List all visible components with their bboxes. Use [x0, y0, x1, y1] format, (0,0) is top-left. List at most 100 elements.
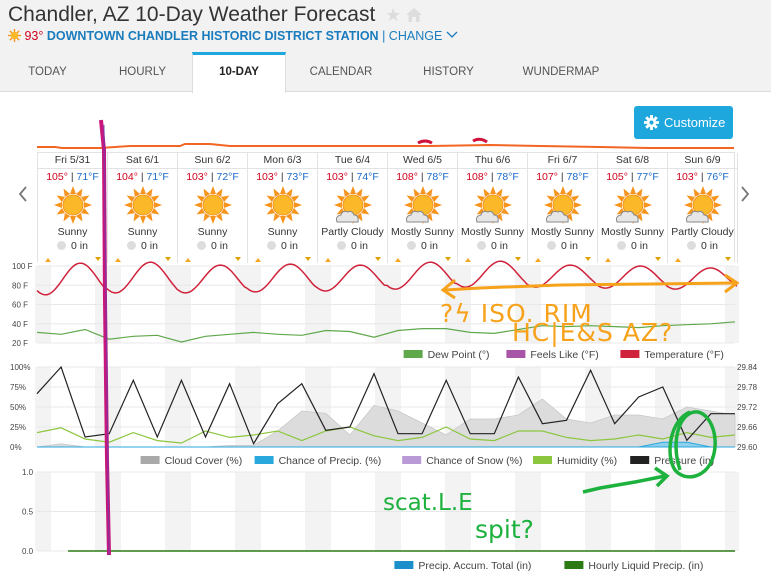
favorite-star-icon[interactable]: ★	[385, 5, 401, 25]
day-precip-amount: 0 in	[351, 240, 368, 252]
annotation-red-scribble-1	[417, 139, 433, 145]
mostly-sunny-icon	[542, 185, 584, 225]
raindrop-icon	[337, 241, 347, 250]
day-high-low: 103° | 73°F	[256, 171, 309, 183]
day-high: 105°	[606, 171, 628, 183]
raindrop-icon	[617, 241, 627, 250]
y-tick-label-left: 50%	[10, 403, 26, 412]
sun-icon	[8, 29, 21, 42]
raindrop-icon	[197, 241, 207, 250]
day-precip-amount: 0 in	[141, 240, 158, 252]
annotation-red-scribble-2	[472, 137, 488, 144]
day-high: 108°	[396, 171, 418, 183]
day-precip: 0 in	[108, 240, 177, 252]
day-precip: 0 in	[668, 240, 737, 252]
day-card[interactable]: Wed 6/5 108° | 78°F Mostly Sunny 0 in	[388, 153, 458, 263]
day-precip-amount: 0 in	[631, 240, 648, 252]
day-card[interactable]: Sat 6/1 104° | 71°F Sunny 0 in	[108, 153, 178, 263]
y-tick-label: 0.0	[22, 547, 34, 556]
day-card[interactable]: Thu 6/6 108° | 78°F Mostly Sunny 0 in	[458, 153, 528, 263]
day-high: 103°	[186, 171, 208, 183]
raindrop-icon	[687, 241, 697, 250]
day-precip: 0 in	[248, 240, 317, 252]
day-precip: 0 in	[388, 240, 457, 252]
tab-wundermap[interactable]: WUNDERMAP	[501, 52, 621, 92]
tab-today[interactable]: TODAY	[0, 52, 95, 92]
raindrop-icon	[267, 241, 277, 250]
day-condition: Mostly Sunny	[530, 226, 595, 238]
day-precip-amount: 0 in	[491, 240, 508, 252]
day-condition: Mostly Sunny	[460, 226, 525, 238]
cloud-humidity-pressure-chart: 100% 29.84 75% 29.78 50% 29.72 25% 29.66 0% 29.60…	[10, 363, 758, 467]
y-tick-label: 40 F	[12, 320, 28, 329]
y-tick-label-left: 25%	[10, 423, 26, 432]
previous-days-arrow[interactable]	[18, 182, 28, 208]
day-condition: Sunny	[127, 226, 158, 238]
sunny-icon	[52, 185, 94, 225]
gear-icon	[644, 115, 659, 130]
day-high: 103°	[676, 171, 698, 183]
chevron-down-icon[interactable]	[446, 31, 458, 39]
partly-cloudy-icon	[332, 185, 374, 225]
page-header: Chandler, AZ 10-Day Weather Forecast ★ 9…	[0, 0, 771, 52]
day-date: Mon 6/3	[248, 153, 317, 169]
nav-tabs: TODAY HOURLY 10-DAY CALENDAR HISTORY WUN…	[0, 52, 771, 93]
day-card[interactable]: Fri 6/7 107° | 78°F Mostly Sunny 0 in	[528, 153, 598, 263]
precipitation-chart: 1.0 0.5 0.0 Precip. Accum. Total (in) Hourly…	[22, 468, 739, 571]
day-card[interactable]: Sat 6/8 105° | 77°F Mostly Sunny 0 in	[598, 153, 668, 263]
tab-history[interactable]: HISTORY	[396, 52, 501, 92]
page-title: Chandler, AZ 10-Day Weather Forecast	[8, 3, 376, 26]
day-forecast-strip: Fri 5/31 105° | 71°F Sunny 0 in Sat 6/1 …	[37, 152, 738, 263]
customize-button[interactable]: Customize	[634, 106, 733, 139]
partly-cloudy-icon	[682, 185, 724, 225]
day-date: Fri 6/7	[528, 153, 597, 169]
y-tick-label: 1.0	[22, 468, 34, 477]
day-precip: 0 in	[178, 240, 247, 252]
home-icon[interactable]	[406, 8, 423, 22]
day-condition: Partly Cloudy	[671, 226, 734, 238]
day-high-low: 103° | 74°F	[326, 171, 379, 183]
day-high: 105°	[46, 171, 68, 183]
day-low: 76°F	[706, 171, 729, 183]
y-tick-label-left: 100%	[10, 363, 30, 372]
y-tick-label-left: 75%	[10, 383, 26, 392]
day-condition: Mostly Sunny	[390, 226, 455, 238]
day-high-low: 103° | 76°F	[676, 171, 729, 183]
day-high: 104°	[116, 171, 138, 183]
legend-label: Precip. Accum. Total (in)	[418, 560, 531, 571]
sunny-icon	[122, 185, 164, 225]
station-link[interactable]: DOWNTOWN CHANDLER HISTORIC DISTRICT STAT…	[47, 29, 379, 43]
day-date: Thu 6/6	[458, 153, 527, 169]
day-low: 78°F	[426, 171, 449, 183]
day-precip-amount: 0 in	[701, 240, 718, 252]
day-high: 103°	[256, 171, 278, 183]
day-precip-amount: 0 in	[71, 240, 88, 252]
customize-label: Customize	[664, 115, 726, 130]
day-condition: Mostly Sunny	[600, 226, 665, 238]
day-date: Fri 5/31	[38, 153, 107, 169]
tab-calendar[interactable]: CALENDAR	[286, 52, 396, 92]
day-card[interactable]: Tue 6/4 103° | 74°F Partly Cloudy 0 in	[318, 153, 388, 263]
day-condition: Sunny	[197, 226, 228, 238]
day-low: 71°F	[76, 171, 99, 183]
y-tick-label-left: 0%	[10, 443, 22, 452]
day-precip: 0 in	[528, 240, 597, 252]
change-station-link[interactable]: CHANGE	[389, 29, 442, 43]
day-date: Sun 6/2	[178, 153, 247, 169]
day-card[interactable]: Mon 6/3 103° | 73°F Sunny 0 in	[248, 153, 318, 263]
y-tick-label: 0.5	[22, 508, 34, 517]
day-high: 107°	[536, 171, 558, 183]
day-date: Tue 6/4	[318, 153, 387, 169]
day-precip-amount: 0 in	[281, 240, 298, 252]
tab-hourly[interactable]: HOURLY	[95, 52, 190, 92]
day-card[interactable]: Sun 6/2 103° | 72°F Sunny 0 in	[178, 153, 248, 263]
day-card[interactable]: Fri 5/31 105° | 71°F Sunny 0 in	[38, 153, 108, 263]
day-high: 108°	[466, 171, 488, 183]
separator: |	[382, 29, 386, 43]
next-days-arrow[interactable]	[740, 182, 750, 208]
day-precip: 0 in	[458, 240, 527, 252]
page-title-row: Chandler, AZ 10-Day Weather Forecast ★	[8, 3, 423, 27]
day-card[interactable]: Sun 6/9 103° | 76°F Partly Cloudy 0 in	[668, 153, 738, 263]
annotation-top-line	[37, 143, 734, 149]
tab-10-day[interactable]: 10-DAY	[192, 52, 286, 93]
